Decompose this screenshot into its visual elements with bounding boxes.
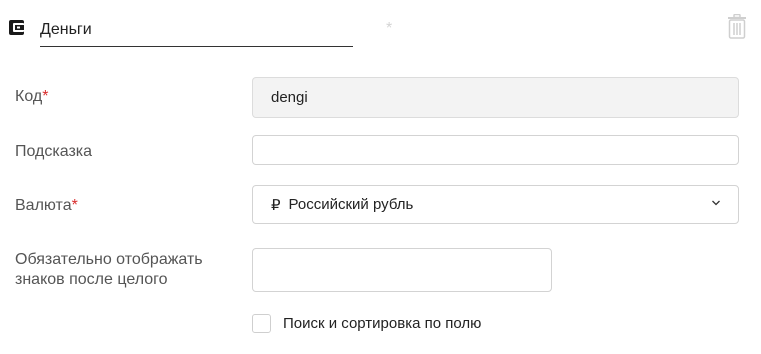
search-sort-label[interactable]: Поиск и сортировка по полю <box>283 314 481 333</box>
required-marker: * <box>386 20 393 37</box>
wallet-icon <box>9 20 24 35</box>
currency-label: Валюта* <box>15 196 78 216</box>
currency-label-text: Валюта <box>15 197 72 214</box>
ruble-icon: ₽ <box>271 196 281 214</box>
currency-select-value: Российский рубль <box>288 196 414 213</box>
search-sort-checkbox[interactable] <box>252 314 271 333</box>
code-label-text: Код <box>15 88 43 105</box>
currency-select[interactable]: ₽ Российский рубль <box>252 185 739 224</box>
currency-required-marker: * <box>71 197 78 214</box>
decimals-input[interactable] <box>252 248 552 292</box>
code-label: Код* <box>15 87 48 107</box>
field-header: * <box>0 0 761 56</box>
code-required-marker: * <box>42 88 49 105</box>
field-name-input[interactable] <box>40 14 353 47</box>
hint-label: Подсказка <box>15 143 93 160</box>
chevron-down-icon <box>712 200 720 206</box>
decimals-label-line1: Обязательно отображать <box>15 251 203 268</box>
decimals-label-line2: знаков после целого <box>15 271 168 288</box>
hint-input[interactable] <box>252 135 739 165</box>
decimals-label: Обязательно отображать знаков после цело… <box>15 250 203 290</box>
code-field[interactable]: dengi <box>252 77 739 118</box>
trash-icon[interactable] <box>727 14 747 39</box>
